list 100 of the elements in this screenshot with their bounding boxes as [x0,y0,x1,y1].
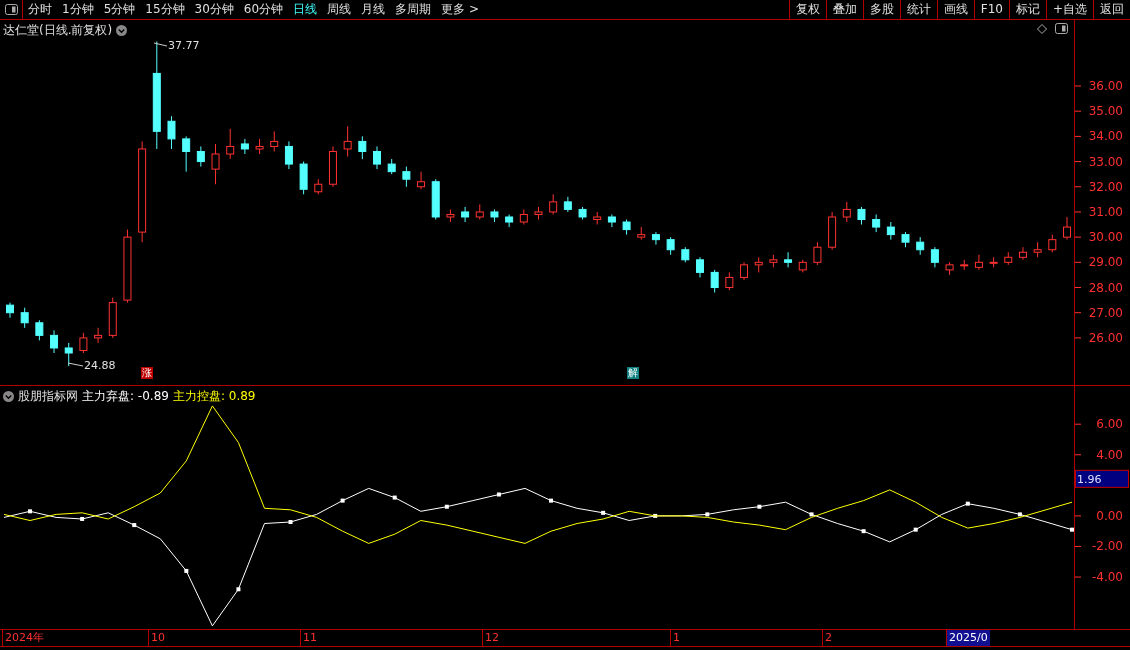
indicator-axis-label: 0.00 [1096,508,1124,523]
candlestick [50,329,59,354]
period-tab[interactable]: 30分钟 [189,0,239,19]
candlestick [622,219,631,236]
toolbar-button[interactable]: 返回 [1093,0,1130,19]
period-tab[interactable]: 日线 [288,0,323,19]
candlestick [519,208,528,226]
candlestick [461,206,470,223]
candlestick [989,256,998,268]
candlestick [945,261,954,276]
candlestick [314,178,323,195]
toolbar-button[interactable]: 多股 [862,0,900,19]
time-axis-label: 2024年 [2,630,46,646]
toolbar-button[interactable]: 标记 [1008,0,1046,19]
period-tab[interactable]: 多周期 [390,0,437,19]
candlestick [182,135,191,173]
toolbar-button[interactable]: +自选 [1045,0,1093,19]
candlestick [886,221,895,241]
low-price-label: 24.88 [84,359,116,372]
period-tab[interactable]: 分时 [23,0,57,19]
period-tab[interactable]: 更多 > [436,0,484,19]
candlestick [299,161,308,195]
indicator-axis-label: -4.00 [1092,570,1124,585]
candlestick [974,254,983,271]
candlestick [828,211,837,251]
data-point [1070,527,1074,532]
diamond-icon[interactable] [1037,23,1048,34]
price-axis-label: 28.00 [1088,280,1124,295]
data-point [965,501,970,506]
price-axis-label: 27.00 [1088,305,1124,320]
data-point [861,529,866,534]
candlestick [431,178,440,220]
period-tab[interactable]: 15分钟 [140,0,190,19]
time-axis-label: 2025/0 [946,630,990,646]
price-axis-label: 30.00 [1088,230,1124,245]
chevron-down-icon[interactable] [116,25,128,36]
panel-toggle-icon[interactable] [4,4,18,15]
event-marker[interactable]: 解 [627,367,639,379]
candlestick [754,256,763,273]
data-point [288,520,293,524]
price-axis-label: 35.00 [1088,104,1124,119]
candlestick [696,256,704,278]
toolbar-button[interactable]: 复权 [788,0,826,19]
candlestick [637,226,646,241]
data-point [80,516,85,521]
price-axis-label: 26.00 [1088,330,1124,345]
data-point [392,495,397,500]
panel-toggle-icon[interactable] [1055,23,1069,34]
time-axis-label: 10 [148,630,167,646]
candlestick [94,327,103,344]
time-axis-label: 1 [670,630,682,646]
candlestick [607,213,616,228]
candlestick [505,213,514,228]
period-tab[interactable]: 1分钟 [57,0,99,19]
toolbar-button[interactable]: 统计 [899,0,937,19]
data-point [705,512,710,517]
candlestick [446,208,455,223]
candlestick [784,251,793,268]
stock-title: 达仁堂(日线.前复权) [3,22,113,39]
current-value-label: 1.96 [1075,469,1130,488]
candlestick [872,213,881,233]
candlestick [167,115,176,150]
candlestick [549,193,558,215]
candlestick [196,145,205,168]
candlestick [255,138,264,155]
indicator-readout: 主力弃盘: -0.89 [82,388,169,405]
price-axis-label: 34.00 [1088,129,1124,144]
period-tab[interactable]: 月线 [356,0,391,19]
candlestick [328,145,337,188]
candlestick [916,236,925,256]
data-point [809,512,814,517]
toolbar-button[interactable]: F10 [973,0,1009,19]
candlestick [240,138,249,155]
data-point [340,498,345,503]
data-point [757,504,762,509]
period-tab[interactable]: 60分钟 [238,0,289,19]
time-axis-label: 2 [822,630,834,646]
candlestick [20,307,29,329]
time-axis-label: 11 [300,630,319,646]
candlestick [960,259,969,271]
candlestick [226,128,235,160]
data-point [184,568,189,573]
candlestick [666,236,675,256]
indicator-readout: 主力控盘: 0.89 [172,388,256,405]
indicator-axis-label: 6.00 [1096,417,1124,432]
data-point [132,523,137,528]
high-price-label: 37.77 [168,39,200,52]
indicator-axis-label: -2.00 [1092,539,1124,554]
toolbar-button[interactable]: 叠加 [825,0,863,19]
price-axis-label: 36.00 [1088,79,1124,93]
candlestick [475,203,484,220]
candlestick [417,171,426,190]
period-tab[interactable]: 周线 [322,0,357,19]
candlestick [490,208,499,223]
period-tab[interactable]: 5分钟 [98,0,141,19]
event-marker[interactable]: 涨 [141,367,153,379]
data-point [236,587,241,592]
toolbar-button[interactable]: 画线 [936,0,974,19]
candlestick [387,158,396,175]
chevron-down-icon[interactable] [3,391,14,402]
